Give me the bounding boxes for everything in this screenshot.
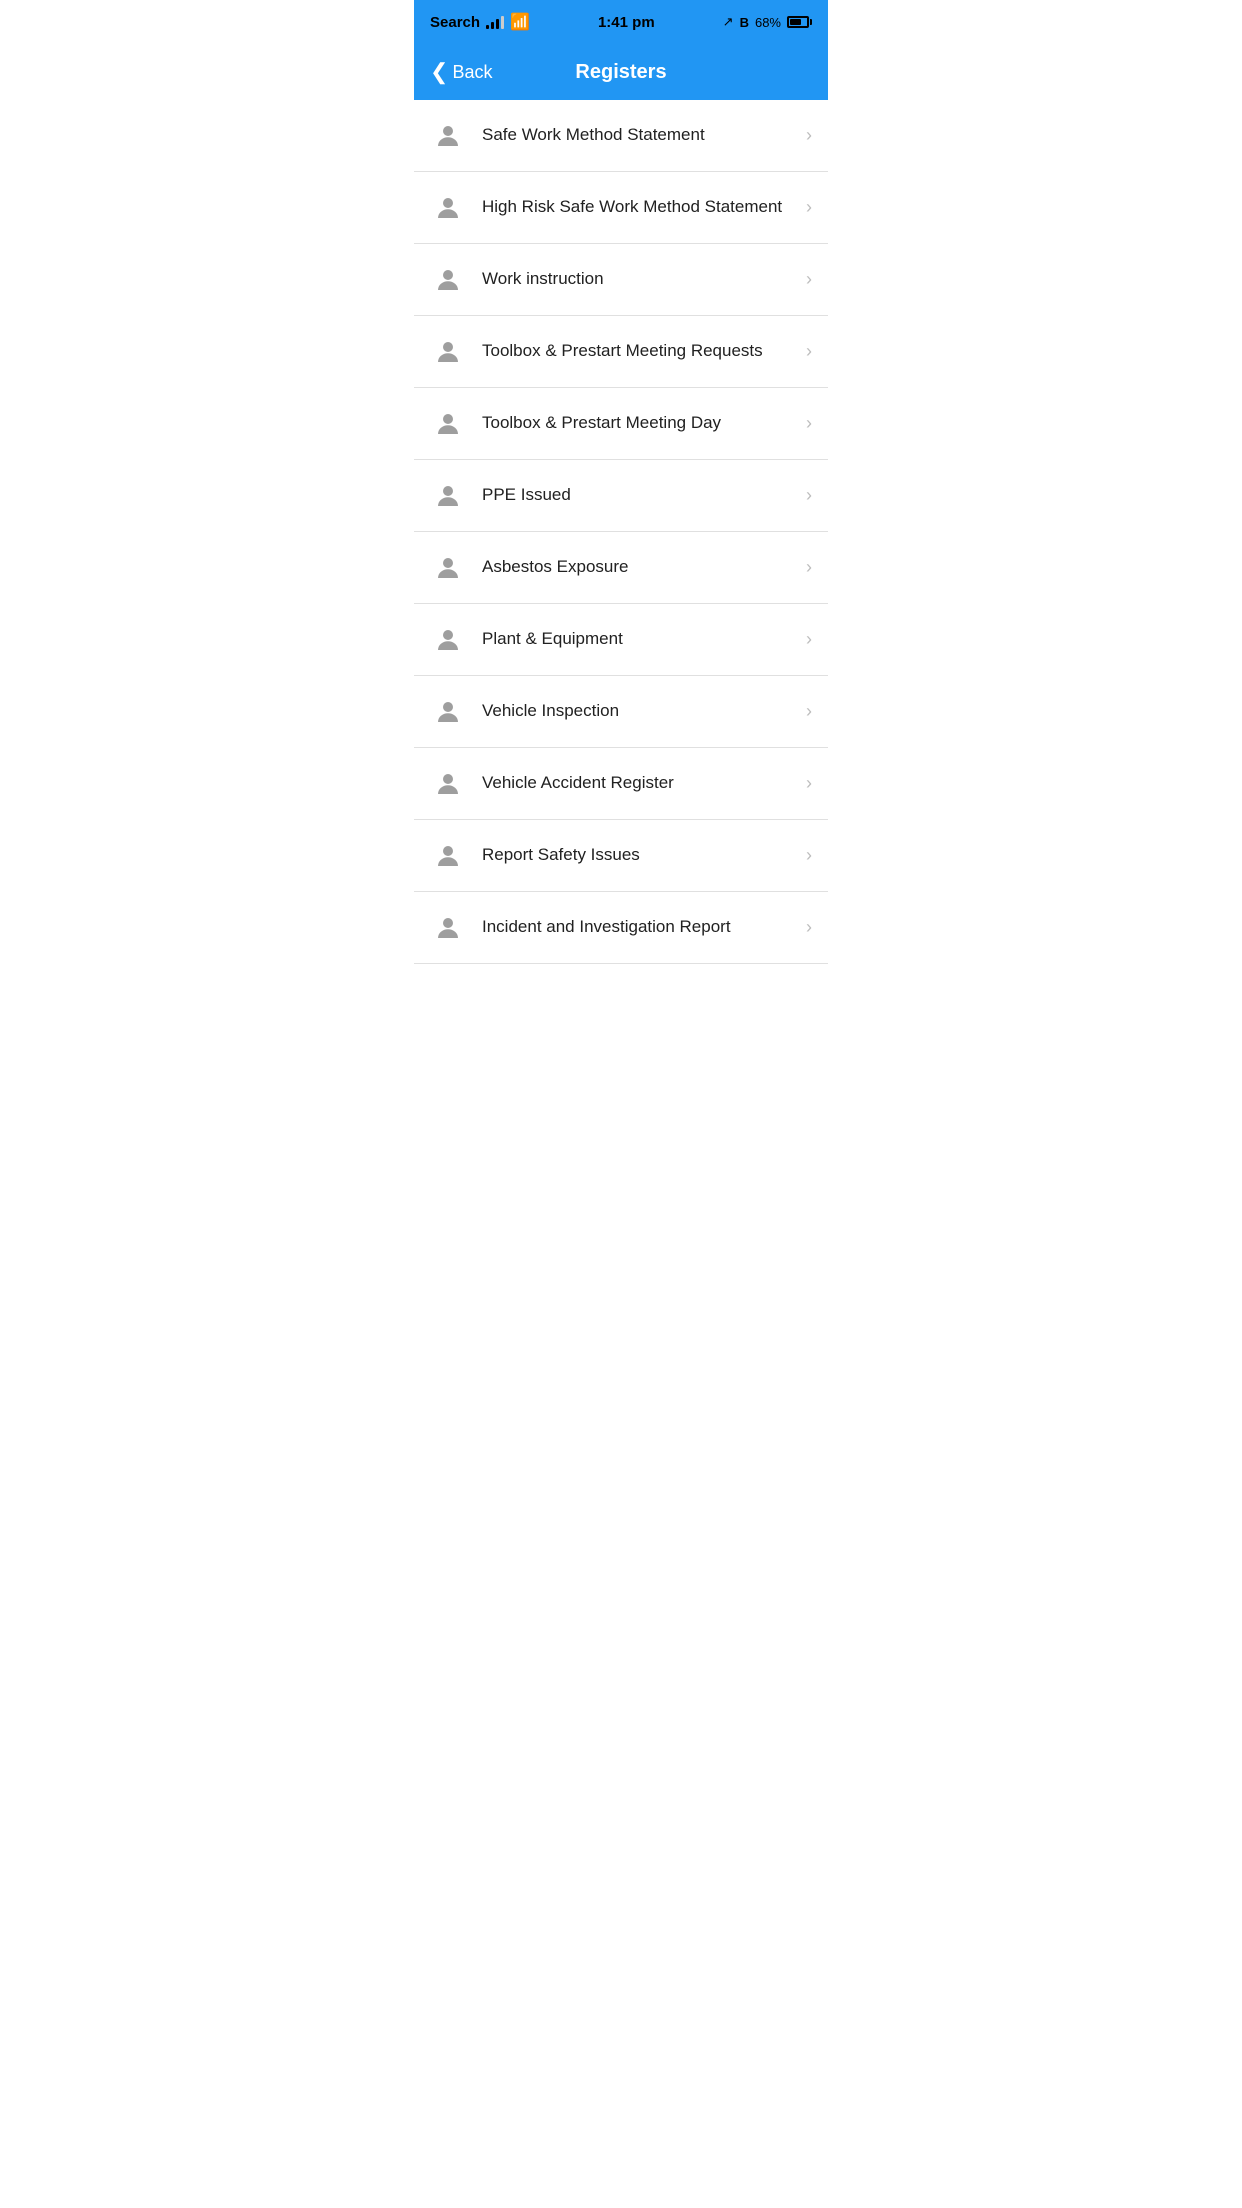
person-icon bbox=[430, 190, 466, 226]
list-item-label: Plant & Equipment bbox=[482, 628, 806, 650]
back-button[interactable]: ❮ Back bbox=[430, 61, 492, 83]
person-icon bbox=[430, 910, 466, 946]
person-icon bbox=[430, 766, 466, 802]
app-name: Search bbox=[430, 14, 480, 31]
navigation-bar: ❮ Back Registers bbox=[414, 44, 828, 100]
list-item-label: Vehicle Inspection bbox=[482, 700, 806, 722]
person-icon bbox=[430, 622, 466, 658]
list-item-label: Safe Work Method Statement bbox=[482, 124, 806, 146]
chevron-right-icon: › bbox=[806, 773, 812, 794]
list-item[interactable]: Vehicle Inspection› bbox=[414, 676, 828, 748]
chevron-right-icon: › bbox=[806, 485, 812, 506]
list-item-label: Vehicle Accident Register bbox=[482, 772, 806, 794]
person-icon bbox=[430, 334, 466, 370]
list-item-label: Report Safety Issues bbox=[482, 844, 806, 866]
list-item[interactable]: Report Safety Issues› bbox=[414, 820, 828, 892]
person-icon bbox=[430, 838, 466, 874]
chevron-right-icon: › bbox=[806, 269, 812, 290]
chevron-right-icon: › bbox=[806, 917, 812, 938]
list-item-label: Work instruction bbox=[482, 268, 806, 290]
chevron-right-icon: › bbox=[806, 557, 812, 578]
status-bar-left: Search 📶 bbox=[430, 12, 530, 32]
chevron-right-icon: › bbox=[806, 341, 812, 362]
list-item[interactable]: Toolbox & Prestart Meeting Day› bbox=[414, 388, 828, 460]
page-title: Registers bbox=[575, 61, 666, 84]
list-item-label: Asbestos Exposure bbox=[482, 556, 806, 578]
list-item[interactable]: Safe Work Method Statement› bbox=[414, 100, 828, 172]
person-icon bbox=[430, 478, 466, 514]
chevron-right-icon: › bbox=[806, 125, 812, 146]
person-icon bbox=[430, 262, 466, 298]
list-item-label: Toolbox & Prestart Meeting Day bbox=[482, 412, 806, 434]
person-icon bbox=[430, 406, 466, 442]
chevron-right-icon: › bbox=[806, 413, 812, 434]
list-item-label: Incident and Investigation Report bbox=[482, 916, 806, 938]
list-item[interactable]: Plant & Equipment› bbox=[414, 604, 828, 676]
chevron-right-icon: › bbox=[806, 197, 812, 218]
registers-list: Safe Work Method Statement› High Risk Sa… bbox=[414, 100, 828, 964]
status-bar-right: ↗ B 68% bbox=[723, 14, 812, 30]
wifi-icon: 📶 bbox=[510, 12, 530, 32]
chevron-right-icon: › bbox=[806, 845, 812, 866]
list-item[interactable]: Asbestos Exposure› bbox=[414, 532, 828, 604]
person-icon bbox=[430, 118, 466, 154]
status-bar: Search 📶 1:41 pm ↗ B 68% bbox=[414, 0, 828, 44]
signal-bars-icon bbox=[486, 15, 504, 29]
person-icon bbox=[430, 694, 466, 730]
list-item[interactable]: Work instruction› bbox=[414, 244, 828, 316]
list-item[interactable]: Incident and Investigation Report› bbox=[414, 892, 828, 964]
list-item-label: High Risk Safe Work Method Statement bbox=[482, 196, 806, 218]
battery-percent: 68% bbox=[755, 15, 781, 30]
chevron-right-icon: › bbox=[806, 629, 812, 650]
location-icon: ↗ bbox=[723, 14, 734, 30]
list-item-label: PPE Issued bbox=[482, 484, 806, 506]
back-chevron-icon: ❮ bbox=[430, 61, 448, 83]
list-item[interactable]: High Risk Safe Work Method Statement› bbox=[414, 172, 828, 244]
list-item[interactable]: Vehicle Accident Register› bbox=[414, 748, 828, 820]
back-label: Back bbox=[452, 62, 492, 83]
bluetooth-icon: B bbox=[740, 15, 749, 30]
list-item[interactable]: PPE Issued› bbox=[414, 460, 828, 532]
list-item[interactable]: Toolbox & Prestart Meeting Requests› bbox=[414, 316, 828, 388]
status-bar-time: 1:41 pm bbox=[598, 14, 655, 31]
list-item-label: Toolbox & Prestart Meeting Requests bbox=[482, 340, 806, 362]
person-icon bbox=[430, 550, 466, 586]
chevron-right-icon: › bbox=[806, 701, 812, 722]
battery-icon bbox=[787, 16, 812, 28]
